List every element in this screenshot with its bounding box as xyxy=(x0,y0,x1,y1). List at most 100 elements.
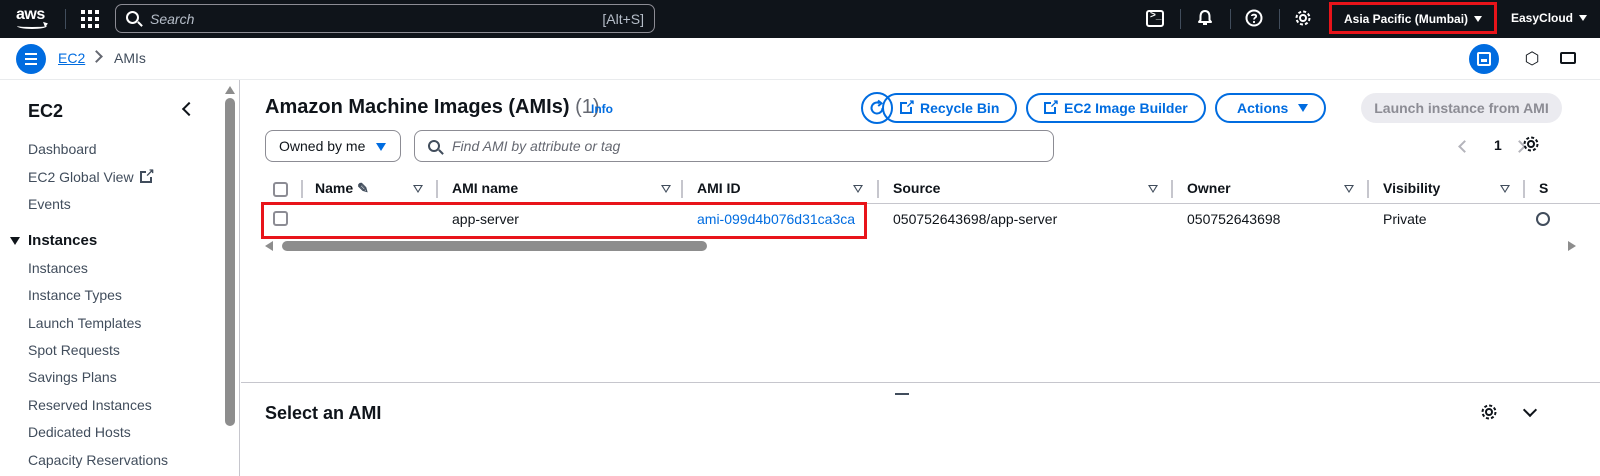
sidebar: EC2 Dashboard EC2 Global View Events Ins… xyxy=(0,80,240,476)
sidebar-item-launch-templates[interactable]: Launch Templates xyxy=(28,315,141,331)
sort-icon[interactable] xyxy=(1148,185,1158,193)
sidebar-item-dedicated-hosts[interactable]: Dedicated Hosts xyxy=(28,424,131,440)
info-link[interactable]: Info xyxy=(591,102,613,116)
scrollbar-thumb[interactable] xyxy=(282,241,707,251)
split-panel: Select an AMI xyxy=(241,382,1600,476)
column-header-ami-id[interactable]: AMI ID xyxy=(697,180,741,196)
bell-icon[interactable] xyxy=(1195,9,1215,29)
column-divider[interactable] xyxy=(877,180,879,198)
services-grid-icon[interactable] xyxy=(81,10,99,28)
global-search-input[interactable]: Search [Alt+S] xyxy=(115,4,655,33)
aws-smile-icon xyxy=(17,23,47,29)
region-selector[interactable]: Asia Pacific (Mumbai) xyxy=(1329,2,1497,34)
chevron-right-icon xyxy=(90,50,103,63)
table-preferences-gear-icon[interactable] xyxy=(1521,135,1541,155)
search-placeholder: Search xyxy=(150,11,195,27)
column-header-ami-name[interactable]: AMI name xyxy=(452,180,518,196)
chevron-down-icon[interactable] xyxy=(1522,402,1538,418)
tools-hexagon-icon[interactable]: ⬡ xyxy=(1517,44,1547,74)
caret-down-icon xyxy=(1474,16,1483,22)
column-divider[interactable] xyxy=(1367,180,1369,198)
external-link-icon xyxy=(1044,97,1059,114)
screen-help-icon[interactable] xyxy=(1553,44,1583,74)
column-divider[interactable] xyxy=(436,180,438,198)
caret-down-icon xyxy=(376,143,386,151)
previous-page-icon[interactable] xyxy=(1458,140,1471,153)
cell-ami-id-link[interactable]: ami-099d4b076d31ca3ca xyxy=(697,211,855,227)
column-divider[interactable] xyxy=(301,180,303,198)
divider xyxy=(1279,9,1280,29)
expand-triangle-icon[interactable] xyxy=(10,237,20,245)
caret-down-icon xyxy=(1298,104,1309,112)
sidebar-item-savings-plans[interactable]: Savings Plans xyxy=(28,369,117,385)
split-panel-title: Select an AMI xyxy=(265,403,382,423)
table-header: Name ✎ AMI name AMI ID Source Owner Visib… xyxy=(265,174,1600,204)
sidebar-item-instances[interactable]: Instances xyxy=(28,260,88,276)
sidebar-item-dashboard[interactable]: Dashboard xyxy=(28,141,97,157)
breadcrumb-current: AMIs xyxy=(114,50,146,66)
sort-icon[interactable] xyxy=(1344,185,1354,193)
main-content: Amazon Machine Images (AMIs) (1) Info Re… xyxy=(241,80,1600,476)
page-number[interactable]: 1 xyxy=(1494,137,1502,153)
cloudshell-icon[interactable] xyxy=(1146,10,1164,27)
navigation-menu-button[interactable] xyxy=(16,44,46,74)
launch-instance-button[interactable]: Launch instance from AMI xyxy=(1361,93,1562,123)
scroll-up-arrow-icon[interactable] xyxy=(225,86,235,94)
cell-source: 050752643698/app-server xyxy=(893,211,1058,227)
aws-arrow-icon xyxy=(43,20,49,28)
split-panel-toggle-button[interactable] xyxy=(1469,44,1499,74)
status-icon xyxy=(1536,212,1550,226)
account-menu[interactable]: EasyCloud xyxy=(1511,11,1588,25)
sort-icon[interactable] xyxy=(853,185,863,193)
column-header-owner[interactable]: Owner xyxy=(1187,180,1231,196)
ami-filter-input[interactable]: Find AMI by attribute or tag xyxy=(414,130,1054,162)
scrollbar-thumb[interactable] xyxy=(225,98,235,426)
column-divider[interactable] xyxy=(681,180,683,198)
gear-icon[interactable] xyxy=(1293,9,1313,29)
aws-logo[interactable]: aws xyxy=(16,6,50,32)
sidebar-item-spot-requests[interactable]: Spot Requests xyxy=(28,342,120,358)
scroll-right-arrow-icon[interactable] xyxy=(1568,241,1576,251)
column-header-source[interactable]: Source xyxy=(893,180,940,196)
top-navigation-bar: aws Search [Alt+S] Asia Pacific (Mumbai)… xyxy=(0,0,1600,38)
column-header-status[interactable]: S xyxy=(1539,180,1548,196)
column-divider[interactable] xyxy=(1171,180,1173,198)
sidebar-item-capacity-reservations[interactable]: Capacity Reservations xyxy=(28,452,168,468)
cell-owner: 050752643698 xyxy=(1187,211,1281,227)
sidebar-title: EC2 xyxy=(28,101,64,121)
column-header-name[interactable]: Name ✎ xyxy=(315,180,369,197)
cell-visibility: Private xyxy=(1383,211,1427,227)
breadcrumb-ec2-link[interactable]: EC2 xyxy=(58,50,85,66)
resize-handle[interactable] xyxy=(895,393,909,395)
sort-icon[interactable] xyxy=(1500,185,1510,193)
sidebar-section-instances[interactable]: Instances xyxy=(28,232,97,249)
search-icon xyxy=(126,11,139,24)
recycle-bin-button[interactable]: Recycle Bin xyxy=(882,93,1018,123)
sort-icon[interactable] xyxy=(661,185,671,193)
region-label: Asia Pacific (Mumbai) xyxy=(1344,12,1483,26)
select-all-checkbox[interactable] xyxy=(273,182,288,197)
sidebar-item-instance-types[interactable]: Instance Types xyxy=(28,287,122,303)
image-builder-button[interactable]: EC2 Image Builder xyxy=(1026,93,1206,123)
collapse-sidebar-icon[interactable] xyxy=(181,101,197,117)
sidebar-item-reserved-instances[interactable]: Reserved Instances xyxy=(28,397,152,413)
help-icon[interactable] xyxy=(1244,9,1264,29)
divider xyxy=(1230,9,1231,29)
breadcrumb-bar: EC2 AMIs ⬡ xyxy=(0,38,1600,80)
sidebar-item-events[interactable]: Events xyxy=(28,196,71,212)
cell-ami-name: app-server xyxy=(452,211,519,227)
column-header-visibility[interactable]: Visibility xyxy=(1383,180,1440,196)
divider xyxy=(65,9,66,29)
pencil-icon: ✎ xyxy=(357,180,369,196)
row-checkbox[interactable] xyxy=(273,211,288,226)
split-panel-gear-icon[interactable] xyxy=(1479,403,1499,423)
sidebar-scrollbar[interactable] xyxy=(224,82,236,476)
owner-filter-select[interactable]: Owned by me xyxy=(265,130,401,162)
scroll-left-arrow-icon[interactable] xyxy=(265,241,273,251)
table-horizontal-scrollbar[interactable] xyxy=(265,239,1600,253)
sidebar-item-global-view[interactable]: EC2 Global View xyxy=(28,166,155,185)
column-divider[interactable] xyxy=(1523,180,1525,198)
sort-icon[interactable] xyxy=(413,185,423,193)
divider xyxy=(1180,9,1181,29)
actions-button[interactable]: Actions xyxy=(1215,93,1327,123)
